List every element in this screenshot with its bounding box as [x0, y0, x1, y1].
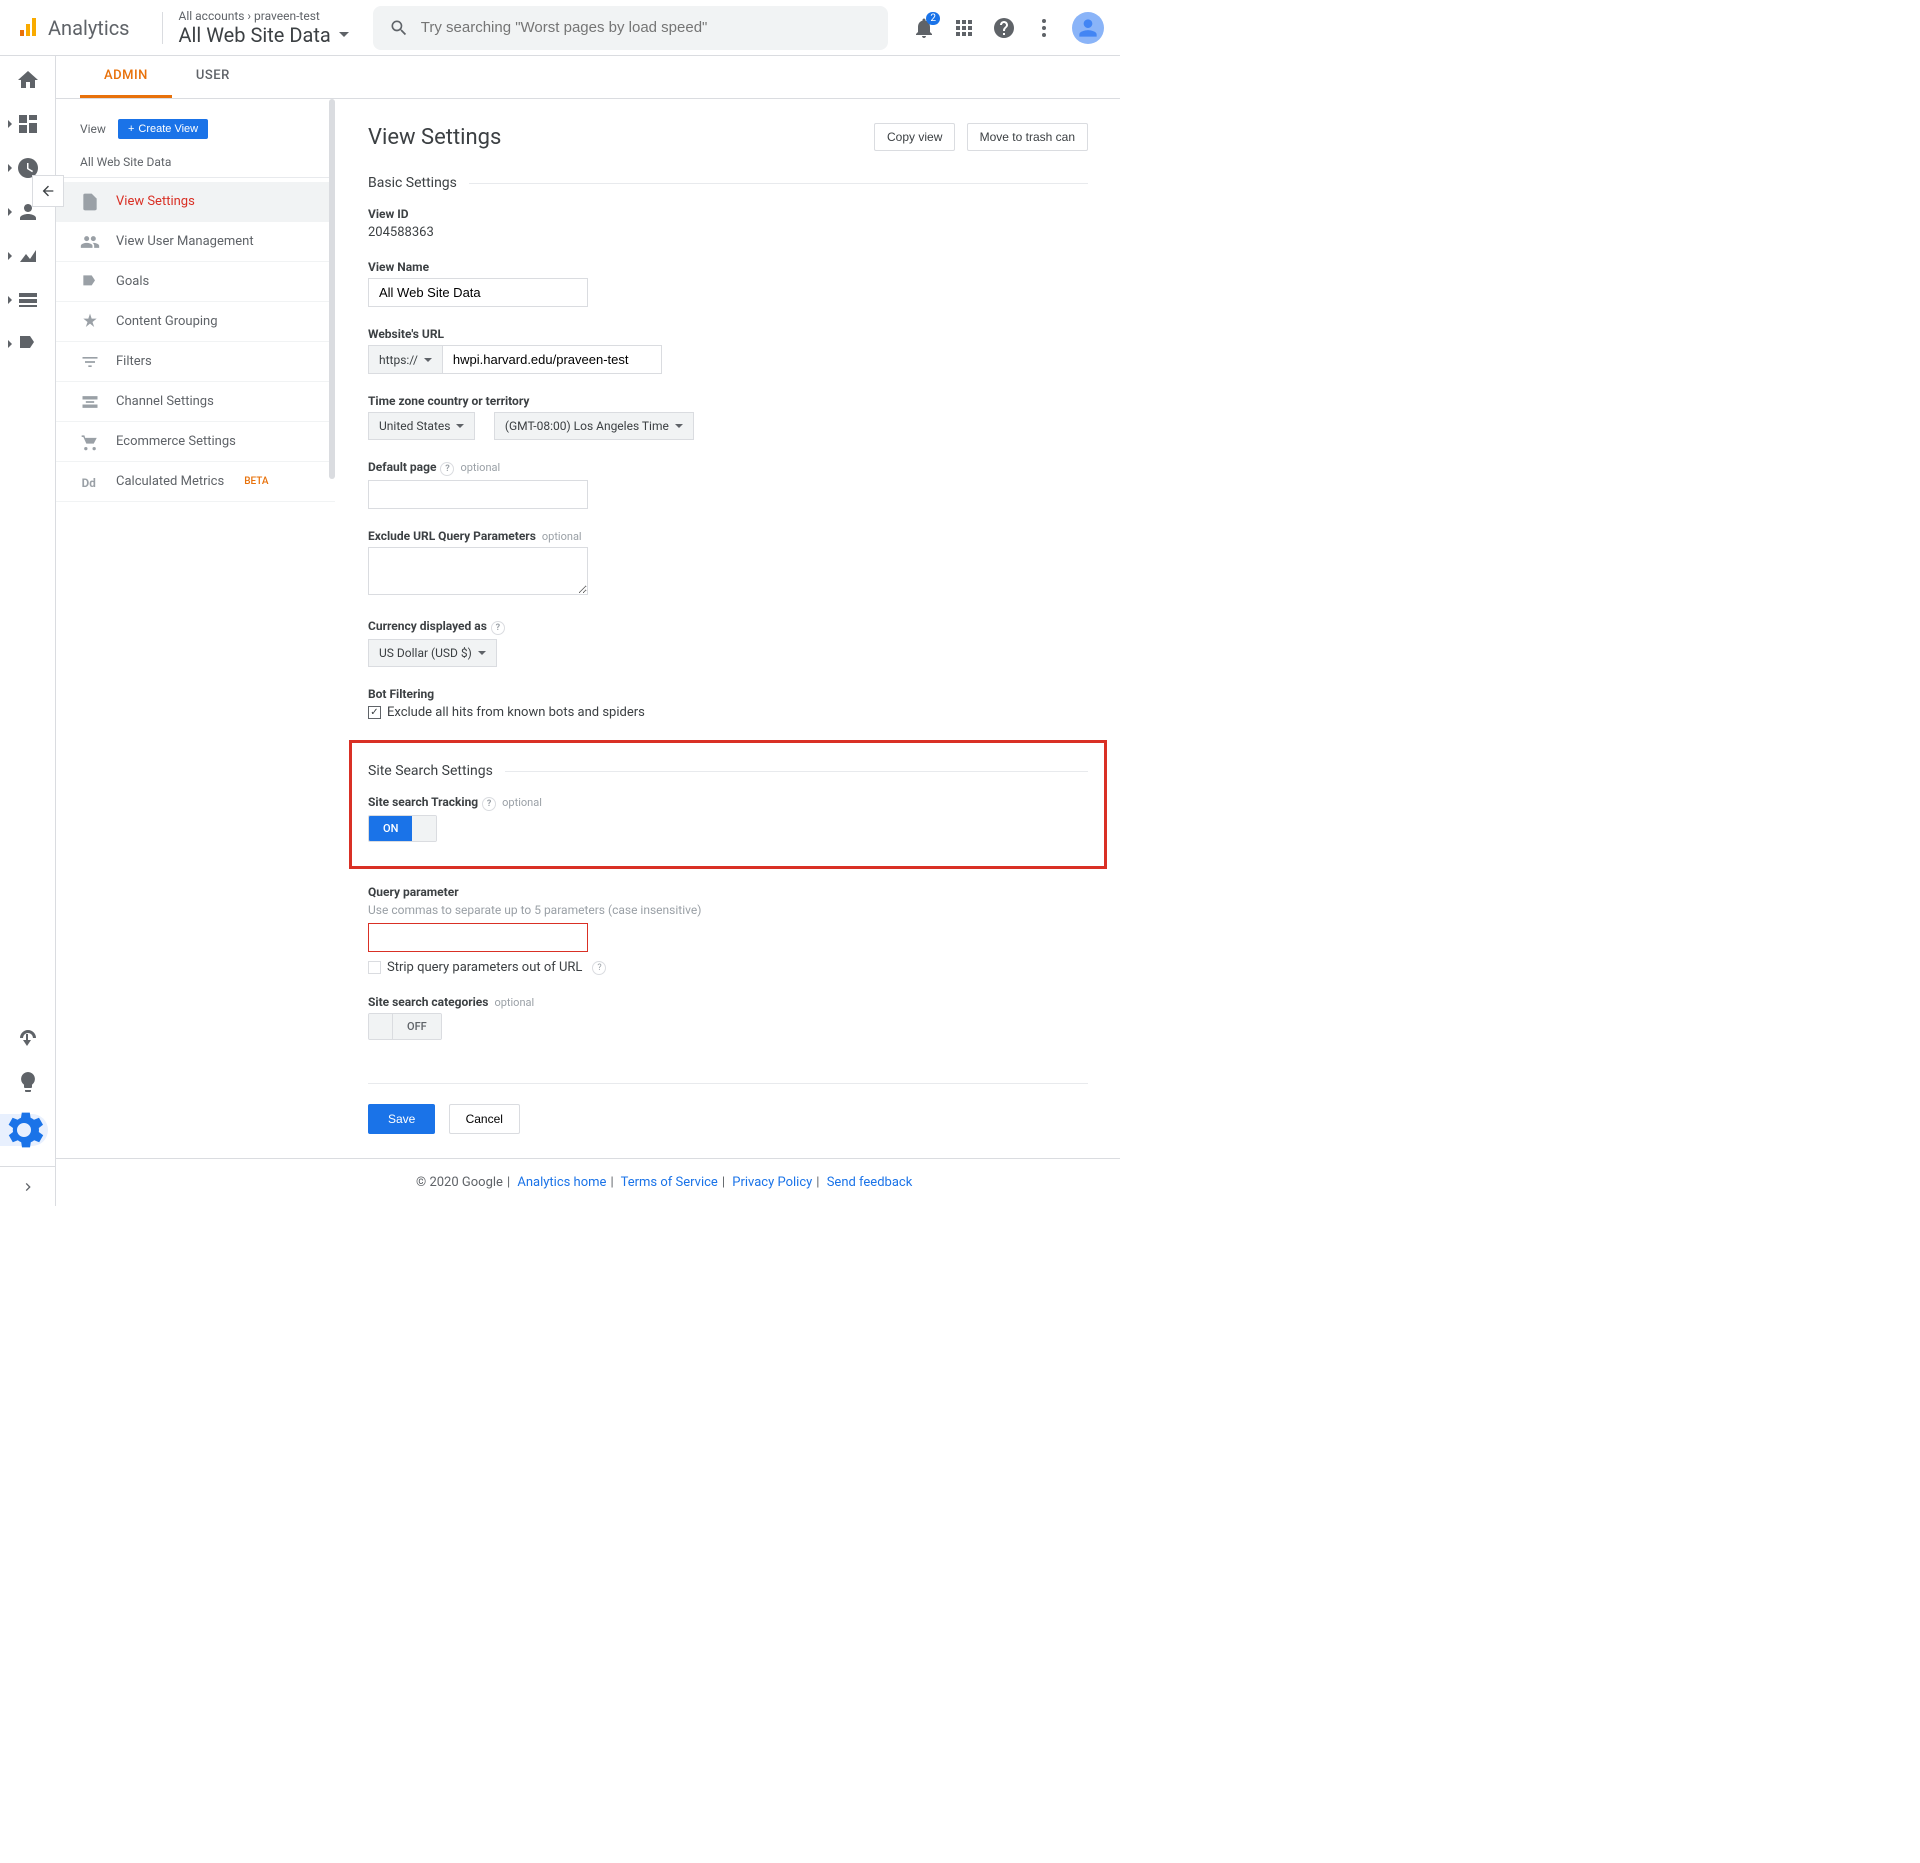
nav-home-icon[interactable]: [16, 68, 40, 92]
footer-link-privacy[interactable]: Privacy Policy: [732, 1175, 812, 1190]
website-url-label: Website's URL: [368, 327, 1088, 341]
search-icon: [389, 18, 409, 38]
nav-customization-icon[interactable]: [16, 112, 40, 136]
sidebar-item-content-grouping[interactable]: Content Grouping: [56, 302, 335, 342]
product-logo[interactable]: Analytics: [16, 16, 130, 40]
save-button[interactable]: Save: [368, 1104, 435, 1134]
notifications-icon[interactable]: 2: [912, 16, 936, 40]
exclude-params-label: Exclude URL Query Parametersoptional: [368, 529, 1088, 543]
highlighted-section: Site Search Settings Site search Trackin…: [349, 740, 1107, 869]
account-title[interactable]: All Web Site Data: [179, 23, 349, 47]
view-id-value: 204588363: [368, 225, 434, 240]
view-sidebar: View +Create View All Web Site Data View…: [56, 99, 336, 1158]
view-name-label: View Name: [368, 260, 1088, 274]
sidebar-item-view-settings[interactable]: View Settings: [56, 182, 335, 222]
move-trash-button[interactable]: Move to trash can: [967, 123, 1088, 151]
notification-badge: 2: [926, 12, 940, 25]
help-icon[interactable]: ?: [592, 961, 606, 975]
header-actions: 2: [912, 12, 1104, 44]
site-search-heading: Site Search Settings: [368, 763, 1088, 779]
analytics-logo-icon: [16, 16, 40, 40]
back-button[interactable]: [32, 175, 64, 207]
account-picker[interactable]: All accounts › praveen-test All Web Site…: [179, 9, 349, 47]
svg-text:Dd: Dd: [82, 476, 96, 490]
query-param-label: Query parameter: [368, 885, 1088, 899]
user-avatar[interactable]: [1072, 12, 1104, 44]
bot-filtering-label: Bot Filtering: [368, 687, 1088, 701]
nav-attribution-icon[interactable]: [16, 1026, 40, 1050]
footer-link-tos[interactable]: Terms of Service: [621, 1175, 718, 1190]
site-search-toggle[interactable]: ON: [368, 815, 437, 842]
more-icon[interactable]: [1032, 16, 1056, 40]
country-select[interactable]: United States: [368, 412, 475, 440]
strip-query-checkbox[interactable]: Strip query parameters out of URL?: [368, 960, 1088, 975]
site-search-tracking-label: Site search Tracking?optional: [368, 795, 1088, 811]
nav-conversions-icon[interactable]: [16, 332, 40, 356]
bot-filtering-checkbox[interactable]: ✓ Exclude all hits from known bots and s…: [368, 705, 1088, 720]
currency-label: Currency displayed as?: [368, 619, 1088, 635]
help-icon[interactable]: ?: [491, 621, 505, 635]
settings-content: View Settings Copy view Move to trash ca…: [336, 99, 1120, 1158]
sidebar-item-ecommerce[interactable]: Ecommerce Settings: [56, 422, 335, 462]
header-divider: [162, 12, 163, 44]
create-view-button[interactable]: +Create View: [118, 119, 208, 139]
currency-select[interactable]: US Dollar (USD $): [368, 639, 497, 667]
search-bar[interactable]: [373, 6, 888, 50]
query-param-input[interactable]: [368, 923, 588, 952]
sidebar-item-channel-settings[interactable]: Channel Settings: [56, 382, 335, 422]
timezone-select[interactable]: (GMT-08:00) Los Angeles Time: [494, 412, 694, 440]
page-footer: © 2020 Google| Analytics home| Terms of …: [56, 1158, 1120, 1206]
site-search-cat-toggle[interactable]: OFF: [368, 1013, 442, 1040]
nav-acquisition-icon[interactable]: [16, 244, 40, 268]
cancel-button[interactable]: Cancel: [449, 1104, 520, 1134]
help-icon[interactable]: ?: [440, 462, 454, 476]
tab-admin[interactable]: ADMIN: [80, 56, 172, 98]
website-url-input[interactable]: [442, 345, 662, 374]
nav-behavior-icon[interactable]: [16, 288, 40, 312]
current-view-name[interactable]: All Web Site Data: [56, 147, 335, 178]
sidebar-item-calculated-metrics[interactable]: DdCalculated MetricsBETA: [56, 462, 335, 502]
footer-link-home[interactable]: Analytics home: [517, 1175, 606, 1190]
nav-discover-icon[interactable]: [16, 1070, 40, 1094]
expand-nav-icon[interactable]: [0, 1166, 56, 1206]
left-nav-rail: [0, 56, 56, 1206]
checkbox-icon: ✓: [368, 706, 381, 719]
tab-user[interactable]: USER: [172, 56, 254, 98]
search-input[interactable]: [421, 19, 872, 36]
protocol-select[interactable]: https://: [368, 345, 442, 374]
apps-icon[interactable]: [952, 16, 976, 40]
view-name-input[interactable]: [368, 278, 588, 307]
view-column-label: View: [80, 122, 106, 136]
checkbox-icon: [368, 961, 381, 974]
breadcrumb: All accounts › praveen-test: [179, 9, 349, 23]
sidebar-item-filters[interactable]: Filters: [56, 342, 335, 382]
help-icon[interactable]: ?: [482, 797, 496, 811]
caret-down-icon: [339, 32, 349, 37]
sidebar-item-goals[interactable]: Goals: [56, 262, 335, 302]
page-title: View Settings: [368, 125, 501, 150]
product-name: Analytics: [48, 16, 130, 40]
exclude-params-input[interactable]: [368, 547, 588, 595]
app-header: Analytics All accounts › praveen-test Al…: [0, 0, 1120, 56]
default-page-input[interactable]: [368, 480, 588, 509]
nav-admin-icon[interactable]: [0, 1114, 48, 1146]
copy-view-button[interactable]: Copy view: [874, 123, 955, 151]
default-page-label: Default page?optional: [368, 460, 1088, 476]
help-icon[interactable]: [992, 16, 1016, 40]
query-param-help: Use commas to separate up to 5 parameter…: [368, 903, 1088, 917]
sidebar-item-user-management[interactable]: View User Management: [56, 222, 335, 262]
basic-settings-heading: Basic Settings: [368, 175, 1088, 191]
timezone-label: Time zone country or territory: [368, 394, 1088, 408]
admin-tabs: ADMIN USER: [56, 56, 1120, 99]
view-id-label: View ID: [368, 207, 1088, 221]
footer-link-feedback[interactable]: Send feedback: [827, 1175, 913, 1190]
site-search-cat-label: Site search categoriesoptional: [368, 995, 1088, 1009]
